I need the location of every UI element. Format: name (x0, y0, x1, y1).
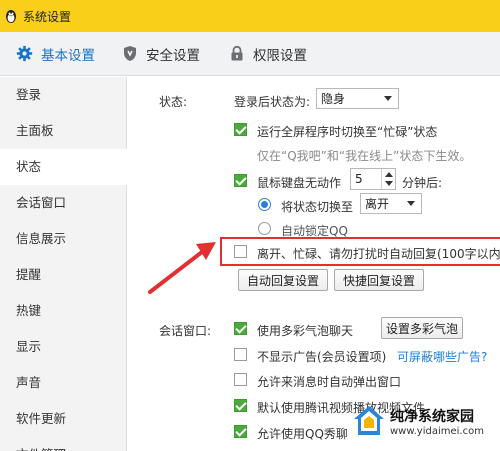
no-ads-checkbox[interactable] (234, 348, 247, 361)
sidebar-item-display[interactable]: 显示 (0, 329, 126, 365)
status-hint-text: 仅在“Q我吧”和“我在线上”状态下生效。 (257, 149, 472, 163)
idle-minutes-stepper[interactable]: 5 (350, 168, 396, 190)
fullscreen-busy-checkbox[interactable] (234, 123, 247, 136)
sidebar-item-login[interactable]: 登录 (0, 77, 126, 113)
switch-status-radio[interactable] (258, 198, 271, 211)
chat-section-label: 会话窗口: (159, 324, 212, 338)
watermark-url: www.yidaimei.com (390, 425, 484, 437)
auto-popup-label: 允许来消息时自动弹出窗口 (257, 375, 402, 389)
tab-security-settings-label: 安全设置 (146, 47, 200, 64)
tab-permission-settings-label: 权限设置 (253, 47, 307, 64)
auto-lock-radio[interactable] (258, 222, 271, 235)
fullscreen-busy-label: 运行全屏程序时切换至“忙碌”状态 (257, 125, 438, 139)
bubble-chat-label: 使用多彩气泡聊天 (257, 324, 354, 338)
window-title: 系统设置 (23, 9, 72, 24)
tab-basic-settings[interactable]: 基本设置 (16, 32, 95, 75)
tab-security-settings[interactable]: 安全设置 (122, 32, 200, 75)
stepper-arrows[interactable] (381, 169, 395, 189)
chevron-down-icon (407, 201, 415, 206)
tab-permission-settings[interactable]: 权限设置 (229, 32, 307, 75)
settings-tab-bar: 基本设置 安全设置 权限设置 (0, 32, 500, 76)
sidebar-item-main-panel[interactable]: 主面板 (0, 113, 126, 149)
chevron-up-icon (385, 172, 393, 177)
quick-reply-settings-button[interactable]: 快捷回复设置 (334, 269, 424, 291)
status-section-label: 状态: (159, 95, 188, 109)
idle-minutes-suffix: 分钟后: (402, 176, 443, 190)
idle-minutes-value: 5 (355, 172, 363, 186)
sidebar-item-info-display[interactable]: 信息展示 (0, 221, 126, 257)
bubble-settings-button[interactable]: 设置多彩气泡 (381, 317, 463, 339)
gear-icon (16, 45, 33, 62)
no-ads-label: 不显示广告(会员设置项) (257, 350, 387, 364)
auto-reply-settings-button[interactable]: 自动回复设置 (238, 269, 328, 291)
switch-status-select[interactable]: 离开 (360, 193, 422, 214)
qq-show-label: 允许使用QQ秀聊 (257, 427, 348, 441)
qq-show-checkbox[interactable] (234, 425, 247, 438)
auto-popup-checkbox[interactable] (234, 373, 247, 386)
switch-status-label: 将状态切换至 (281, 200, 354, 214)
settings-sidebar: 登录 主面板 状态 会话窗口 信息展示 提醒 热键 显示 声音 软件更新 文件管… (0, 77, 127, 451)
sidebar-item-status[interactable]: 状态 (0, 149, 127, 185)
sidebar-item-file-management[interactable]: 文件管理 (0, 437, 126, 451)
login-status-label: 登录后状态为: (234, 95, 311, 109)
login-status-select[interactable]: 隐身 (316, 88, 399, 109)
sidebar-item-chat-window[interactable]: 会话窗口 (0, 185, 126, 221)
watermark-title: 纯净系统家园 (390, 408, 474, 425)
house-logo-icon (354, 406, 384, 435)
annotation-arrow-icon (148, 242, 216, 294)
sidebar-item-reminders[interactable]: 提醒 (0, 257, 126, 293)
idle-checkbox[interactable] (234, 174, 247, 187)
chevron-down-icon (385, 181, 393, 186)
sidebar-item-hotkeys[interactable]: 热键 (0, 293, 126, 329)
qq-penguin-icon (6, 10, 16, 23)
title-bar: 系统设置 (0, 0, 500, 32)
ads-info-link[interactable]: 可屏蔽哪些广告? (397, 348, 487, 365)
switch-status-value: 离开 (365, 197, 390, 211)
tencent-video-checkbox[interactable] (234, 399, 247, 412)
sidebar-item-software-update[interactable]: 软件更新 (0, 401, 126, 437)
shield-icon (124, 46, 136, 61)
tab-basic-settings-label: 基本设置 (41, 47, 95, 64)
lock-icon (231, 45, 243, 61)
highlight-box (220, 237, 500, 266)
login-status-value: 隐身 (321, 92, 346, 106)
chevron-down-icon (384, 96, 392, 101)
bubble-chat-checkbox[interactable] (234, 322, 247, 335)
watermark: 纯净系统家园 www.yidaimei.com (352, 404, 484, 438)
idle-label: 鼠标键盘无动作 (257, 176, 342, 190)
sidebar-item-sound[interactable]: 声音 (0, 365, 126, 401)
